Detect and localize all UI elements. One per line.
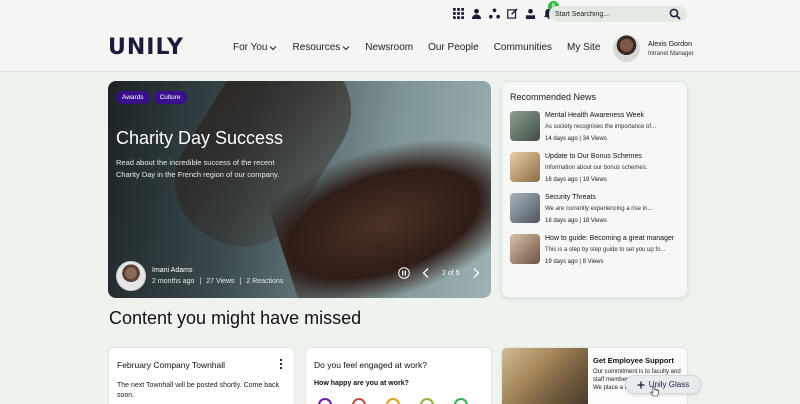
hero-time: 2 months ago (152, 278, 195, 285)
nav-our-people[interactable]: Our People (428, 42, 479, 53)
support-title: Get Employee Support (593, 356, 674, 365)
pause-icon[interactable] (398, 267, 410, 279)
unily-logo[interactable]: UNILY (108, 37, 184, 59)
news-desc: Information about our bonus schemes. (545, 165, 648, 171)
rating-face-3[interactable] (386, 398, 400, 404)
apps-grid-icon[interactable] (452, 7, 464, 19)
tag-awards[interactable]: Awards (116, 91, 150, 104)
pointer-cursor-icon (650, 386, 659, 397)
news-item[interactable]: Update to Our Bonus Schemes Information … (510, 152, 682, 184)
news-meta: 18 days ago | 18 Views (545, 218, 607, 224)
chevron-right-icon[interactable] (470, 267, 482, 279)
poll-card: Do you feel engaged at work? How happy a… (305, 347, 492, 404)
top-header: 8 UNILY For You Resources Newsroom Our P… (0, 0, 800, 72)
search-icon[interactable] (669, 8, 681, 20)
nav-for-you[interactable]: For You (233, 42, 277, 53)
news-desc: This is a step by step guide to set you … (545, 247, 666, 253)
news-thumbnail (510, 234, 540, 264)
townhall-card[interactable]: February Company Townhall The next Townh… (108, 347, 295, 404)
author-avatar[interactable] (116, 261, 146, 291)
chevron-down-icon (270, 45, 277, 50)
meta-divider: | (199, 278, 202, 285)
tag-culture[interactable]: Culture (153, 91, 187, 104)
nav-label: Communities (493, 42, 553, 53)
hero-views: 27 Views (206, 278, 235, 285)
nav-label: Newsroom (365, 42, 414, 53)
news-meta: 19 days ago | 8 Views (545, 259, 604, 265)
news-item[interactable]: How to guide: Becoming a great manager T… (510, 234, 682, 266)
news-title: Update to Our Bonus Schemes (545, 153, 642, 160)
nav-resources[interactable]: Resources (292, 42, 350, 53)
news-item[interactable]: Mental Health Awareness Week As society … (510, 111, 682, 143)
unily-glass-button[interactable]: Unily Glass (625, 375, 701, 394)
support-image (502, 348, 588, 404)
hero-carousel[interactable]: Awards Culture Charity Day Success Read … (108, 81, 491, 298)
profile-role: Intranet Manager (648, 50, 694, 57)
poll-subquestion: How happy are you at work? (314, 380, 409, 387)
rating-face-5[interactable] (454, 398, 468, 404)
main-nav: For You Resources Newsroom Our People Co… (233, 42, 600, 53)
section-title: Content you might have missed (109, 308, 362, 328)
news-thumbnail (510, 111, 540, 141)
nav-label: Our People (428, 42, 479, 53)
avatar[interactable] (613, 35, 640, 62)
hero-title[interactable]: Charity Day Success (116, 128, 283, 149)
news-desc: We are currently experiencing a rise in.… (545, 206, 653, 212)
plus-icon (637, 381, 645, 388)
news-meta: 16 days ago | 19 Views (545, 177, 607, 183)
user-profile[interactable]: Alexis Gordon Intranet Manager (613, 35, 694, 62)
edit-icon[interactable] (506, 7, 518, 19)
author-name: Imani Adams (152, 267, 193, 274)
hero-author: Imani Adams 2 months ago | 27 Views | 2 … (116, 261, 283, 291)
hero-reactions: 2 Reactions (246, 278, 284, 285)
card-text: The next Townhall will be posted shortly… (117, 382, 279, 399)
news-item[interactable]: Security Threats We are currently experi… (510, 193, 682, 225)
news-title: Mental Health Awareness Week (545, 112, 644, 119)
meta-divider: | (239, 278, 242, 285)
nav-label: For You (233, 42, 268, 53)
rating-face-4[interactable] (420, 398, 434, 404)
slide-counter: 2 of 5 (442, 269, 460, 277)
nav-label: My Site (567, 42, 601, 53)
author-meta: 2 months ago | 27 Views | 2 Reactions (152, 276, 283, 287)
carousel-controls: 2 of 5 (398, 267, 482, 279)
search-box[interactable] (549, 6, 687, 22)
card-title: February Company Townhall (117, 360, 226, 370)
nav-newsroom[interactable]: Newsroom (365, 42, 413, 53)
profile-name: Alexis Gordon (648, 40, 692, 48)
hero-description: Read about the incredible success of the… (116, 158, 280, 179)
recommended-news-panel: Recommended News Mental Health Awareness… (501, 81, 688, 298)
rating-faces (318, 398, 468, 404)
news-thumbnail (510, 193, 540, 223)
news-title: Security Threats (545, 194, 596, 201)
news-thumbnail (510, 152, 540, 182)
recommended-title: Recommended News (510, 92, 597, 102)
search-input[interactable] (555, 10, 665, 18)
profile-alert-icon[interactable] (524, 7, 536, 19)
chevron-left-icon[interactable] (420, 267, 432, 279)
nav-my-site[interactable]: My Site (567, 42, 600, 53)
rating-face-2[interactable] (352, 398, 366, 404)
chevron-down-icon (342, 45, 350, 50)
person-icon[interactable] (470, 7, 482, 19)
more-options-icon[interactable] (278, 358, 284, 370)
news-meta: 14 days ago | 34 Views (545, 136, 607, 142)
nav-communities[interactable]: Communities (494, 42, 552, 53)
rating-face-1[interactable] (318, 398, 332, 404)
utility-bar: 8 (452, 1, 559, 21)
news-title: How to guide: Becoming a great manager (545, 235, 675, 242)
nav-label: Resources (292, 42, 341, 53)
hero-tags: Awards Culture (116, 91, 187, 104)
poll-question: Do you feel engaged at work? (314, 360, 427, 370)
org-chart-icon[interactable] (488, 7, 500, 19)
news-desc: As society recognises the importance of.… (545, 124, 657, 130)
